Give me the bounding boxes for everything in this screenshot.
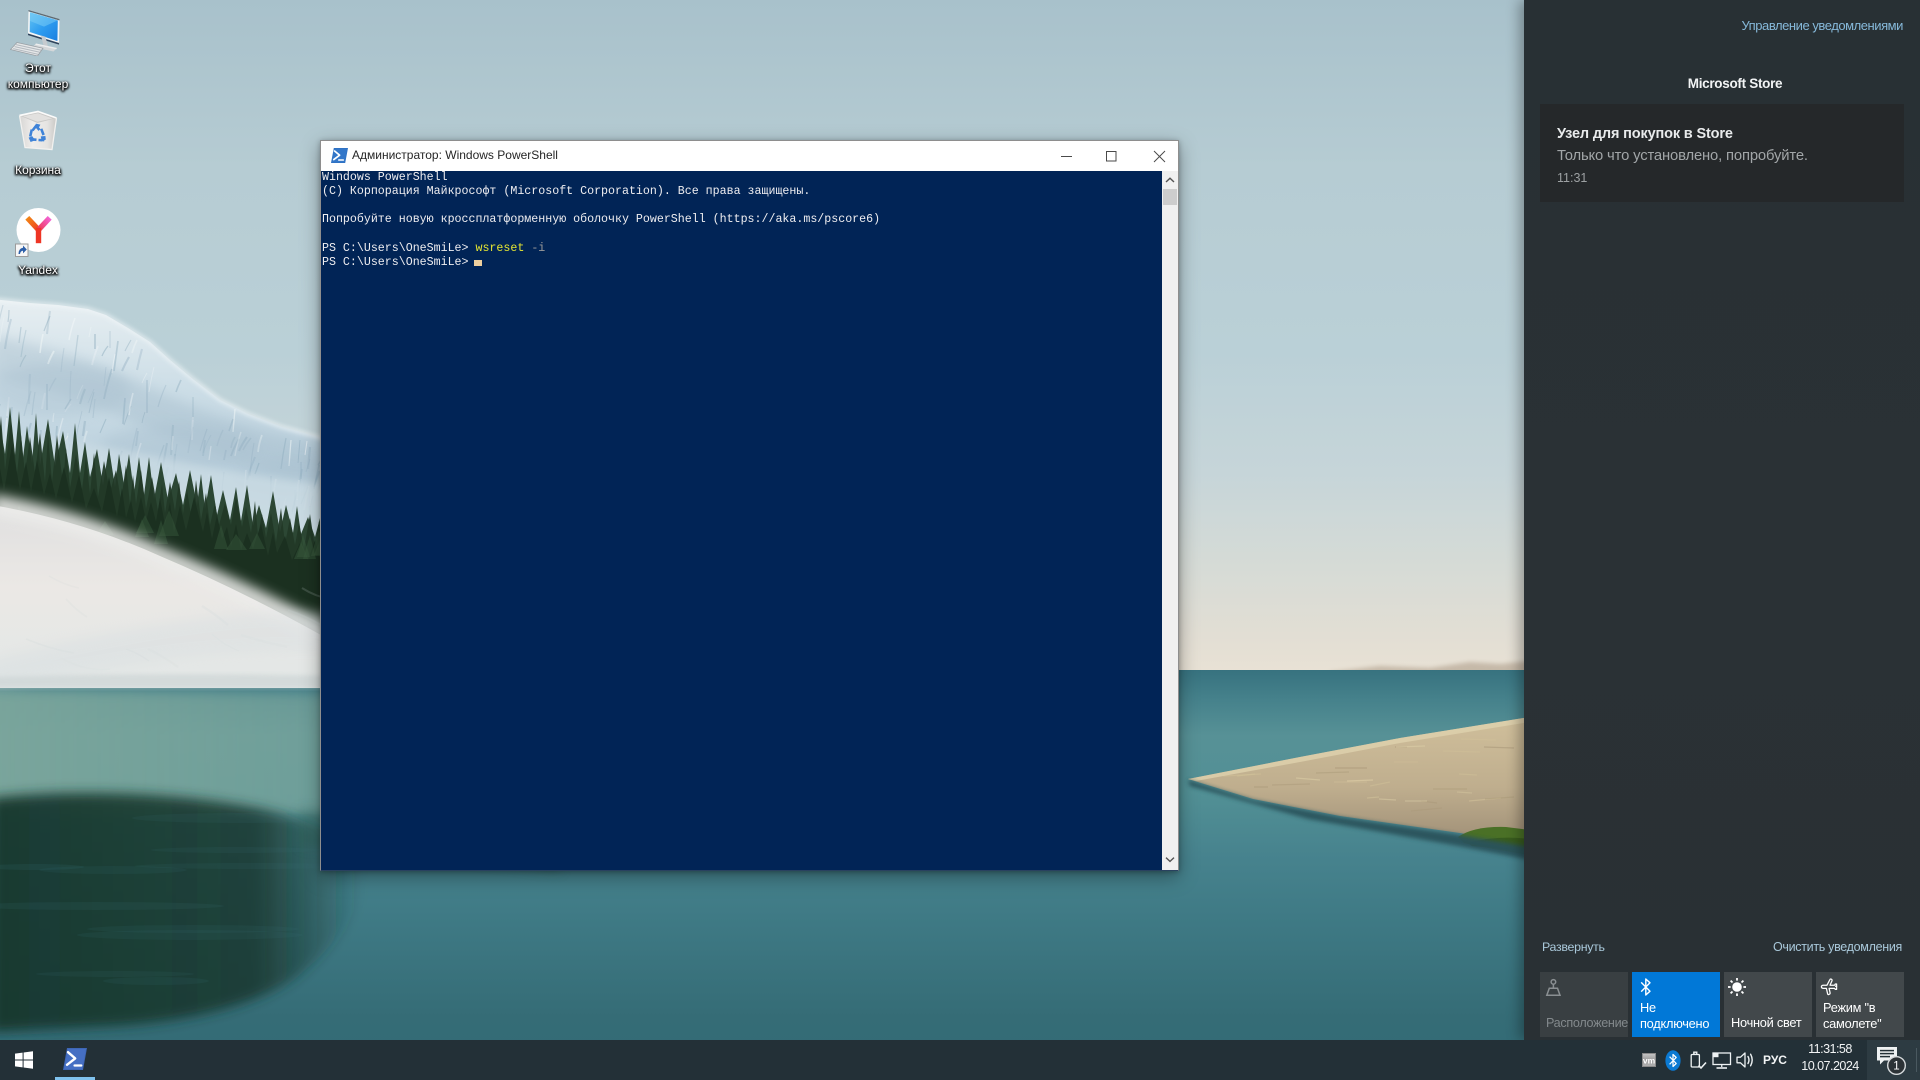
svg-text:1: 1	[1893, 1061, 1899, 1073]
svg-text:vm: vm	[1643, 1056, 1656, 1066]
